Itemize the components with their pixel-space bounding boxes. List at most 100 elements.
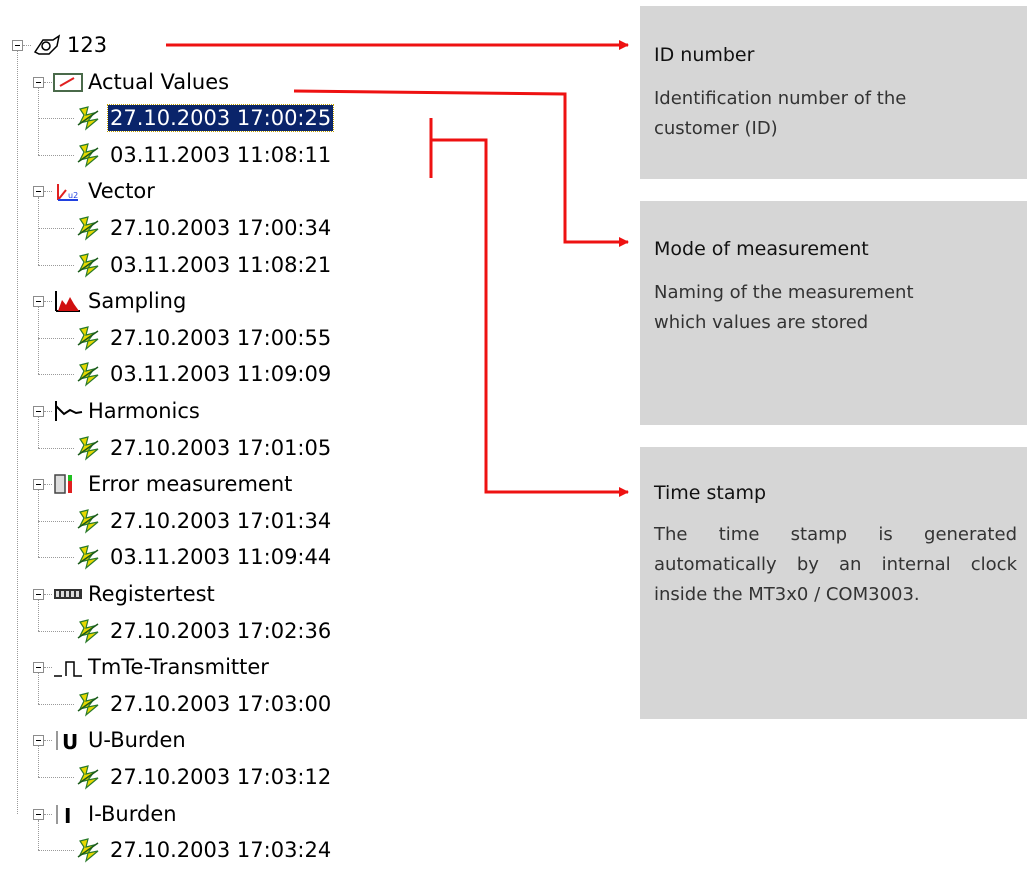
collapse-toggle[interactable] — [12, 40, 23, 51]
timestamp-icon — [74, 252, 106, 283]
tree-connector-vertical — [38, 673, 39, 704]
tree-node-label: 03.11.2003 11:09:09 — [110, 362, 332, 387]
sampling-icon — [52, 288, 84, 319]
tree-connector-vertical — [38, 417, 39, 448]
tree-connector-horizontal — [38, 630, 74, 632]
error-measurement-icon — [52, 471, 84, 502]
tree-connector-horizontal — [44, 740, 52, 742]
timestamp-icon — [74, 325, 106, 356]
tree-connector-vertical — [38, 746, 39, 777]
tree-connector-vertical — [38, 197, 39, 265]
timestamp-icon — [74, 544, 106, 575]
tree-connector-horizontal — [38, 557, 74, 559]
tree-connector-vertical — [38, 600, 39, 631]
tree-node-label: 27.10.2003 17:01:05 — [110, 435, 332, 460]
callout-title: ID number — [654, 44, 755, 66]
tree-connector-horizontal — [44, 191, 52, 193]
timestamp-icon — [74, 105, 106, 136]
tree-node-label: Actual Values — [88, 69, 230, 94]
timestamp-icon — [74, 618, 106, 649]
tree-connector-vertical — [38, 819, 39, 851]
tree-node-label: 03.11.2003 11:08:21 — [110, 252, 332, 277]
tree-node-label: 27.10.2003 17:03:24 — [110, 838, 332, 863]
collapse-toggle[interactable] — [33, 406, 44, 417]
tree-node-label: 27.10.2003 17:03:12 — [110, 765, 332, 789]
collapse-toggle[interactable] — [33, 479, 44, 491]
harmonics-icon — [52, 398, 84, 429]
tree-node-label: U-Burden — [88, 728, 186, 753]
tree-node-label: 27.10.2003 17:01:34 — [110, 508, 332, 533]
timestamp-icon — [74, 142, 106, 173]
tree-node-label: 27.10.2003 17:00:34 — [110, 216, 332, 240]
tree-connector-vertical — [17, 51, 18, 814]
tree-connector-horizontal — [44, 594, 52, 595]
measurement-tree: 123 Actual Values 27.10.2003 17:00:25 03.11… — [0, 0, 470, 877]
tree-connector-horizontal — [38, 777, 74, 778]
timestamp-icon — [74, 837, 106, 868]
collapse-toggle[interactable] — [33, 296, 44, 308]
tree-connector-horizontal — [44, 484, 52, 486]
tree-connector-horizontal — [38, 374, 74, 376]
tree-node-label: 03.11.2003 11:09:44 — [110, 545, 332, 570]
callout-text: Naming of the measurement which values a… — [654, 282, 914, 333]
vector-icon: u2 — [52, 178, 84, 209]
tree-connector-horizontal — [38, 118, 74, 120]
collapse-toggle[interactable] — [33, 735, 44, 747]
tree-connector-horizontal — [23, 45, 31, 46]
tree-connector-horizontal — [44, 301, 52, 303]
callout-title: Mode of measurement — [654, 238, 869, 260]
tree-node-label: Vector — [88, 179, 155, 204]
callout-time-stamp: Time stamp The time stamp is generated a… — [640, 447, 1027, 719]
svg-text:I: I — [64, 804, 71, 827]
collapse-toggle[interactable] — [33, 186, 44, 198]
timestamp-icon — [74, 691, 106, 722]
tree-node-label: TmTe-Transmitter — [88, 655, 269, 680]
timestamp-icon — [74, 215, 106, 246]
tree-connector-horizontal — [38, 520, 74, 522]
tree-node-label: Sampling — [88, 289, 187, 314]
tree-connector-horizontal — [38, 850, 74, 852]
tree-node-label: 27.10.2003 17:00:25 — [106, 104, 335, 133]
callout-title: Time stamp — [654, 482, 767, 504]
svg-text:U: U — [62, 730, 78, 753]
tree-node-label: 27.10.2003 17:00:55 — [110, 325, 332, 350]
tree-connector-horizontal — [38, 264, 74, 266]
tree-node-label: 27.10.2003 17:03:00 — [110, 691, 332, 716]
timestamp-icon — [74, 361, 106, 392]
tree-node-label: 123 — [67, 33, 108, 57]
tree-connector-horizontal — [38, 228, 74, 229]
transmitter-icon — [52, 654, 84, 685]
timestamp-icon — [74, 764, 106, 795]
tree-connector-horizontal — [44, 411, 52, 412]
svg-text:u2: u2 — [68, 191, 78, 200]
tree-node-label: Harmonics — [88, 399, 200, 423]
tree-connector-vertical — [38, 490, 39, 558]
u-burden-icon: U — [52, 727, 84, 758]
tree-connector-horizontal — [38, 337, 74, 339]
tree-connector-vertical — [38, 87, 39, 155]
customer-root-icon — [31, 32, 63, 63]
collapse-toggle[interactable] — [33, 589, 44, 600]
tree-node-label: I-Burden — [88, 801, 177, 826]
tree-connector-horizontal — [38, 703, 74, 705]
tree-node-label: Registertest — [88, 582, 215, 606]
timestamp-icon — [74, 508, 106, 539]
tree-connector-horizontal — [44, 81, 52, 83]
tree-connector-horizontal — [44, 813, 52, 815]
tree-node-label: 03.11.2003 11:08:11 — [110, 142, 332, 167]
collapse-toggle[interactable] — [33, 808, 44, 820]
tree-connector-horizontal — [38, 447, 74, 449]
timestamp-icon — [74, 435, 106, 466]
registertest-icon — [52, 581, 84, 612]
tree-node-label: 27.10.2003 17:02:36 — [110, 618, 332, 643]
actual-values-icon — [52, 69, 84, 100]
tree-node-label: Error measurement — [88, 472, 293, 497]
tree-connector-horizontal — [38, 154, 74, 156]
callout-mode-of-measurement: Mode of measurement Naming of the measur… — [640, 201, 1027, 425]
collapse-toggle[interactable] — [33, 76, 44, 88]
tree-connector-horizontal — [44, 667, 52, 669]
collapse-toggle[interactable] — [33, 662, 44, 674]
i-burden-icon: I — [52, 801, 84, 832]
tree-connector-vertical — [38, 307, 39, 375]
callout-text: Identification number of the customer (I… — [654, 88, 907, 139]
